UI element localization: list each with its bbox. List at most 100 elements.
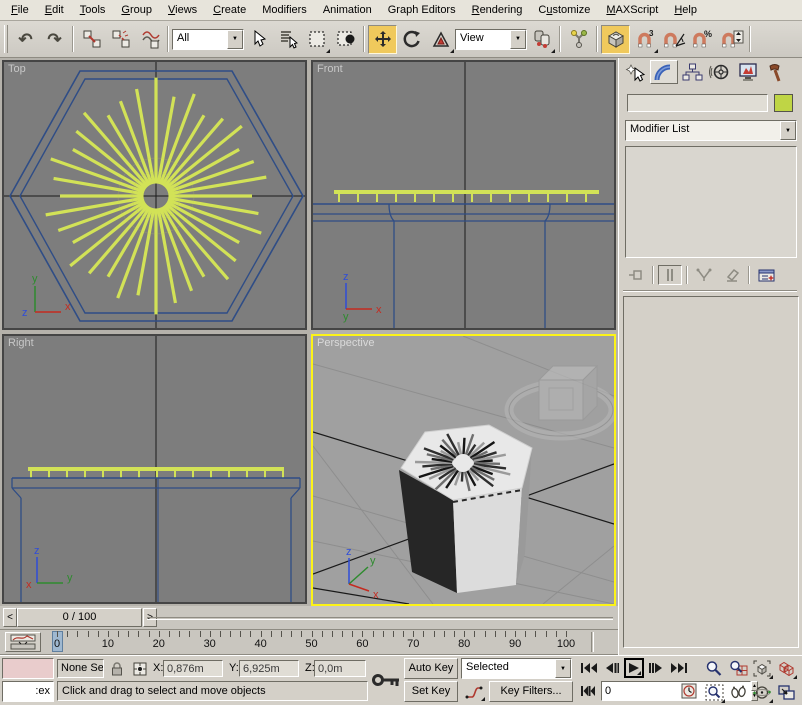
- track-bar-tick: [118, 631, 119, 637]
- rectangular-selection-region-button[interactable]: [302, 25, 331, 54]
- absolute-mode-icon: [132, 661, 148, 677]
- go-to-end-button[interactable]: [667, 658, 690, 678]
- previous-frame-button[interactable]: <: [3, 608, 17, 627]
- object-color-swatch[interactable]: [774, 94, 793, 112]
- select-and-rotate-button[interactable]: [397, 25, 426, 54]
- set-keys-button[interactable]: [370, 658, 402, 702]
- y-coordinate-field[interactable]: [239, 660, 299, 677]
- arc-rotate-button[interactable]: [750, 681, 774, 704]
- zoom-all-button[interactable]: [726, 657, 750, 680]
- menu-item-group[interactable]: Group: [113, 1, 160, 20]
- remove-modifier-button[interactable]: [720, 265, 744, 285]
- tab-utilities[interactable]: [762, 60, 790, 84]
- select-and-manipulate-button[interactable]: [564, 25, 593, 54]
- track-bar-label: 70: [407, 638, 419, 650]
- selection-status-field[interactable]: None Se: [57, 659, 104, 678]
- modifier-list-dropdown[interactable]: Modifier List ▼: [625, 120, 797, 141]
- z-coordinate-field[interactable]: [314, 660, 366, 677]
- time-configuration-button[interactable]: [679, 681, 699, 701]
- select-and-move-button[interactable]: [368, 25, 397, 54]
- track-bar-ruler[interactable]: 0102030405060708090100: [44, 630, 594, 654]
- play-animation-button[interactable]: [624, 658, 644, 678]
- tab-modify[interactable]: [650, 60, 678, 84]
- go-to-start-button[interactable]: [577, 658, 600, 678]
- chevron-down-icon[interactable]: ▼: [510, 30, 526, 49]
- absolute-mode-toggle[interactable]: [129, 659, 150, 678]
- selection-lock-toggle[interactable]: [106, 659, 127, 678]
- menu-item-file[interactable]: File: [3, 1, 37, 20]
- time-slider-track[interactable]: [147, 617, 613, 620]
- unlink-selection-button[interactable]: [106, 25, 135, 54]
- menu-item-customize[interactable]: Customize: [530, 1, 598, 20]
- snaps-toggle-button[interactable]: 3: [630, 25, 659, 54]
- pin-stack-button[interactable]: [624, 265, 648, 285]
- track-bar-tick: [362, 631, 363, 637]
- viewport-top[interactable]: Top y z x: [2, 60, 307, 330]
- configure-modifier-sets-button[interactable]: [754, 265, 778, 285]
- angle-snap-toggle-button[interactable]: [659, 25, 688, 54]
- object-name-field[interactable]: [627, 94, 768, 112]
- undo-button[interactable]: ↶: [11, 25, 40, 54]
- select-object-button[interactable]: [244, 25, 273, 54]
- menu-item-rendering[interactable]: Rendering: [464, 1, 531, 20]
- x-coordinate-field[interactable]: [163, 660, 223, 677]
- menu-item-edit[interactable]: Edit: [37, 1, 72, 20]
- menu-item-maxscript[interactable]: MAXScript: [598, 1, 666, 20]
- menu-item-help[interactable]: Help: [666, 1, 705, 20]
- mini-curve-editor-button[interactable]: [5, 632, 41, 652]
- menu-item-views[interactable]: Views: [160, 1, 205, 20]
- tab-create[interactable]: [622, 60, 650, 84]
- viewport-front[interactable]: Front z y x: [311, 60, 616, 330]
- zoom-extents-all-button[interactable]: [774, 657, 798, 680]
- time-slider-handle[interactable]: 0 / 100: [17, 608, 142, 627]
- menu-item-create[interactable]: Create: [205, 1, 254, 20]
- tab-hierarchy[interactable]: [678, 60, 706, 84]
- chevron-down-icon[interactable]: ▼: [555, 659, 571, 678]
- modifier-stack-list[interactable]: [625, 146, 797, 258]
- zoom-region-button[interactable]: [702, 681, 726, 704]
- bind-to-space-warp-button[interactable]: [135, 25, 164, 54]
- next-frame-step-button[interactable]: [646, 658, 665, 678]
- select-and-scale-button[interactable]: [426, 25, 455, 54]
- percent-snap-toggle-button[interactable]: %: [688, 25, 717, 54]
- tab-display[interactable]: [734, 60, 762, 84]
- zoom-extents-button[interactable]: [750, 657, 774, 680]
- set-key-button[interactable]: Set Key: [404, 681, 458, 702]
- default-tangent-button[interactable]: [461, 681, 486, 702]
- panel-divider: [623, 290, 797, 292]
- rollout-area[interactable]: [623, 296, 799, 648]
- make-unique-button[interactable]: [692, 265, 716, 285]
- key-filters-button[interactable]: Key Filters...: [489, 681, 573, 702]
- menu-item-modifiers[interactable]: Modifiers: [254, 1, 315, 20]
- reference-coordinate-dropdown[interactable]: View ▼: [455, 29, 527, 50]
- viewport-right[interactable]: Right z x y: [2, 334, 307, 604]
- menu-item-animation[interactable]: Animation: [315, 1, 380, 20]
- spinner-snap-toggle-button[interactable]: [717, 25, 746, 54]
- chevron-down-icon[interactable]: ▼: [780, 121, 796, 140]
- toolbar-grip[interactable]: [4, 25, 8, 53]
- selection-filter-dropdown[interactable]: All ▼: [172, 29, 244, 50]
- show-end-result-button[interactable]: [658, 265, 682, 285]
- maxscript-listener-pane[interactable]: :ex: [2, 681, 54, 702]
- tab-motion[interactable]: [706, 60, 734, 84]
- macro-recorder-pane[interactable]: [2, 658, 54, 679]
- select-and-link-button[interactable]: [77, 25, 106, 54]
- menu-item-graph-editors[interactable]: Graph Editors: [380, 1, 464, 20]
- pan-view-button[interactable]: [726, 681, 750, 704]
- min-max-toggle-button[interactable]: [774, 681, 798, 704]
- window-crossing-toggle-button[interactable]: [331, 25, 360, 54]
- previous-frame-step-button[interactable]: [603, 658, 622, 678]
- chevron-down-icon[interactable]: ▼: [227, 30, 243, 49]
- key-mode-toggle-button[interactable]: [577, 681, 598, 701]
- scale-icon: [431, 29, 451, 49]
- auto-key-button[interactable]: Auto Key: [404, 658, 458, 679]
- viewport-right-label: Right: [8, 337, 34, 349]
- key-selection-dropdown[interactable]: Selected ▼: [461, 658, 572, 679]
- menu-item-tools[interactable]: Tools: [72, 1, 114, 20]
- use-pivot-point-center-button[interactable]: [527, 25, 556, 54]
- zoom-button[interactable]: [702, 657, 726, 680]
- viewport-perspective[interactable]: Perspective: [311, 334, 616, 606]
- redo-button[interactable]: ↷: [40, 25, 69, 54]
- snaps-3d-cube-toggle[interactable]: [601, 25, 630, 54]
- select-by-name-button[interactable]: [273, 25, 302, 54]
